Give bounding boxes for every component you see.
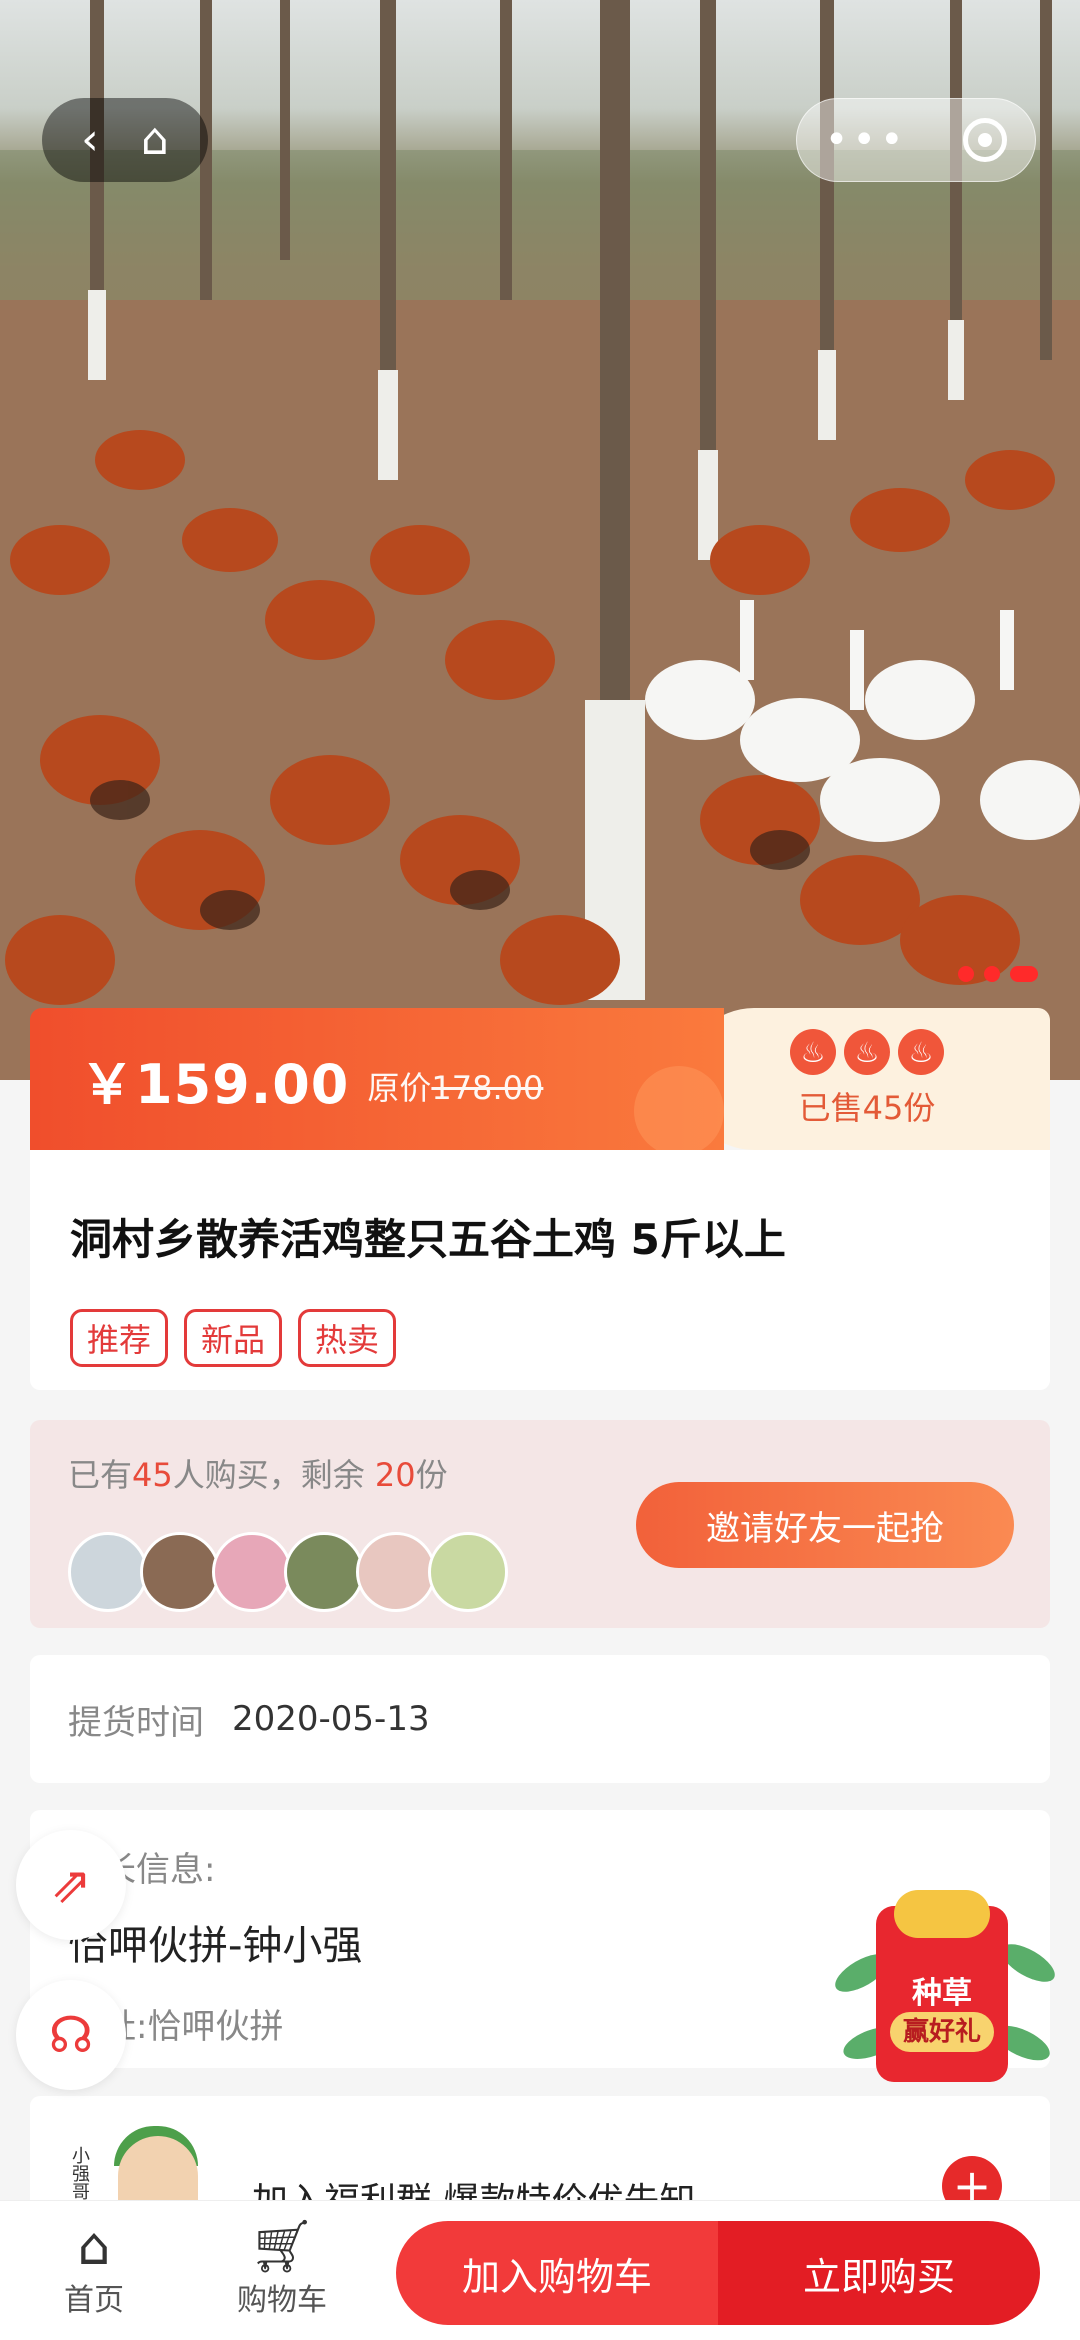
home-icon[interactable]: ⌂ [141, 118, 169, 162]
product-tags: 推荐 新品 热卖 [70, 1309, 1010, 1367]
current-price: ￥159.00 [80, 1052, 350, 1116]
buy-now-button[interactable]: 立即购买 [718, 2221, 1040, 2325]
pickup-time-value: 2020-05-13 [232, 1699, 430, 1739]
flame-icon: ♨ [844, 1029, 890, 1075]
product-title: 洞村乡散养活鸡整只五谷土鸡 5斤以上 [70, 1215, 786, 1264]
pickup-time-label: 提货时间 [68, 1702, 204, 1743]
share-icon: ⇗ [50, 1856, 92, 1914]
price-banner: ￥159.00 原价178.00 ♨ ♨ ♨ 已售45份 [30, 1008, 1050, 1150]
hot-flames: ♨ ♨ ♨ [790, 1029, 944, 1075]
carousel-dot [958, 966, 974, 982]
promo-red-packet[interactable]: 种草 赢好礼 [829, 1880, 1061, 2100]
product-image-carousel[interactable]: ‹ ⌂ ••• [0, 0, 1080, 1080]
flame-icon: ♨ [898, 1029, 944, 1075]
original-price: 原价178.00 [367, 1069, 544, 1107]
buyers-count: 45 [132, 1456, 173, 1494]
tab-home-label: 首页 [64, 2283, 124, 2318]
tab-cart[interactable]: 🛒︎ 购物车 [222, 2219, 342, 2319]
tag-recommended: 推荐 [70, 1309, 169, 1367]
product-page: ‹ ⌂ ••• ￥159.00 原价178.00 ♨ ♨ ♨ 已售45份 洞村乡… [0, 0, 1080, 2340]
coin-icon [894, 1890, 990, 1938]
fruit-decoration-icon [634, 1066, 724, 1150]
bottom-action-bar: ⌂ 首页 🛒︎ 购物车 加入购物车 立即购买 [0, 2200, 1080, 2340]
buyer-avatar [356, 1532, 436, 1612]
buyer-avatar [140, 1532, 220, 1612]
invite-friends-button[interactable]: 邀请好友一起抢 [636, 1482, 1014, 1568]
group-buy-card: 已有45人购买，剩余 20份 邀请好友一起抢 [30, 1420, 1050, 1628]
mini-program-capsule: ••• [796, 98, 1036, 182]
customer-service-button[interactable]: ☊ [16, 1980, 126, 2090]
buyer-avatar [284, 1532, 364, 1612]
remaining-count: 20 [374, 1456, 416, 1494]
pickup-time-card: 提货时间 2020-05-13 [30, 1655, 1050, 1783]
carousel-dot-active [1010, 966, 1038, 982]
promo-line2: 赢好礼 [890, 2012, 994, 2052]
close-icon[interactable] [963, 118, 1008, 162]
more-icon[interactable]: ••• [825, 117, 908, 163]
headset-icon: ☊ [48, 2006, 94, 2064]
carousel-dot [984, 966, 1000, 982]
purchase-buttons: 加入购物车 立即购买 [396, 2221, 1040, 2325]
promo-line1: 种草 [912, 1976, 972, 2011]
product-info-card: 洞村乡散养活鸡整只五谷土鸡 5斤以上 推荐 新品 热卖 [30, 1150, 1050, 1390]
nav-pill: ‹ ⌂ [42, 98, 208, 182]
sold-count: 已售45份 [798, 1089, 936, 1127]
original-price-value: 178.00 [431, 1069, 544, 1107]
cart-icon: 🛒︎ [248, 2217, 315, 2277]
tag-new: 新品 [184, 1309, 283, 1367]
price-section: ￥159.00 原价178.00 [30, 1008, 724, 1150]
buyer-avatar [68, 1532, 148, 1612]
flame-icon: ♨ [790, 1029, 836, 1075]
carousel-indicator [958, 966, 1038, 982]
sales-section: ♨ ♨ ♨ 已售45份 [684, 1008, 1050, 1150]
tag-hot: 热卖 [298, 1309, 397, 1367]
add-to-cart-button[interactable]: 加入购物车 [396, 2221, 718, 2325]
buyer-avatar [428, 1532, 508, 1612]
tab-home[interactable]: ⌂ 首页 [34, 2219, 154, 2319]
home-icon: ⌂ [77, 2217, 111, 2277]
buyer-avatar [212, 1532, 292, 1612]
tab-cart-label: 购物车 [237, 2283, 327, 2318]
share-button[interactable]: ⇗ [16, 1830, 126, 1940]
back-icon[interactable]: ‹ [81, 118, 99, 162]
